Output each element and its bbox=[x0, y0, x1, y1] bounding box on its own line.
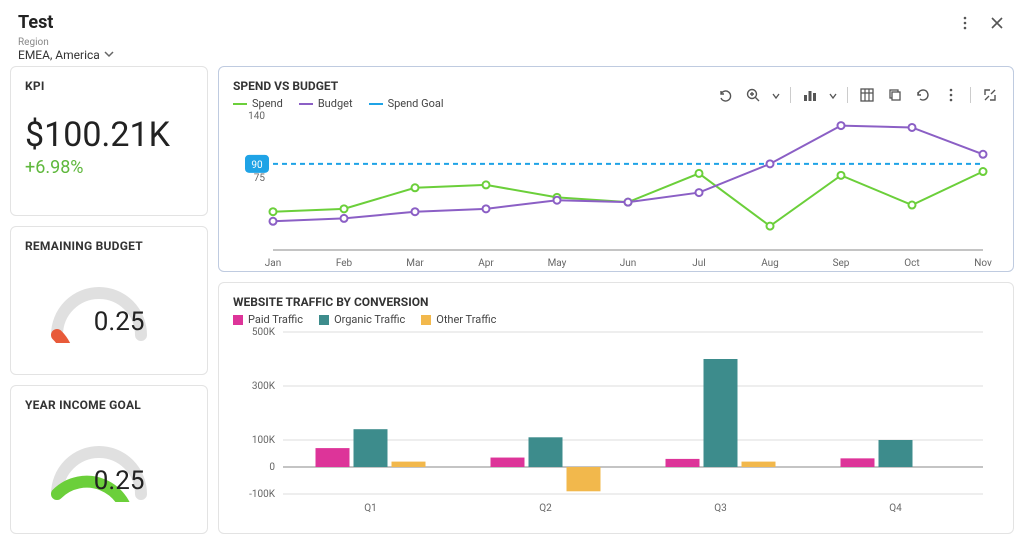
region-dropdown[interactable]: EMEA, America bbox=[18, 48, 956, 62]
svg-text:90: 90 bbox=[251, 160, 263, 171]
svg-text:Mar: Mar bbox=[406, 258, 424, 269]
spend-vs-budget-card[interactable]: SPEND VS BUDGET Spend Budget Spend Goal bbox=[218, 66, 1014, 272]
svg-text:Apr: Apr bbox=[478, 258, 494, 269]
expand-icon[interactable] bbox=[981, 86, 999, 104]
legend-other: Other Traffic bbox=[436, 313, 496, 326]
svg-text:-100K: -100K bbox=[249, 489, 276, 500]
close-icon[interactable] bbox=[988, 14, 1006, 32]
chart-type-icon[interactable] bbox=[801, 86, 819, 104]
remaining-budget-value: 0.25 bbox=[94, 307, 145, 337]
legend-paid: Paid Traffic bbox=[248, 313, 303, 326]
svg-text:May: May bbox=[548, 258, 567, 269]
zoom-icon[interactable] bbox=[744, 86, 762, 104]
svg-text:Q3: Q3 bbox=[714, 503, 727, 514]
svg-text:100K: 100K bbox=[252, 435, 276, 446]
traffic-chart-title: WEBSITE TRAFFIC BY CONVERSION bbox=[233, 295, 999, 309]
svg-text:Q2: Q2 bbox=[539, 503, 552, 514]
spend-chart-legend: Spend Budget Spend Goal bbox=[233, 97, 444, 110]
website-traffic-chart: -100K 0 100K 300K 500K Q1 Q2 Q3 Q4 bbox=[233, 326, 993, 516]
chart-toolbar bbox=[716, 85, 999, 104]
svg-text:Feb: Feb bbox=[336, 258, 353, 269]
svg-text:Jul: Jul bbox=[692, 258, 705, 269]
region-value-text: EMEA, America bbox=[18, 48, 100, 62]
svg-text:Q4: Q4 bbox=[889, 503, 902, 514]
spend-chart-title: SPEND VS BUDGET bbox=[233, 79, 444, 93]
svg-text:Jan: Jan bbox=[265, 258, 281, 269]
legend-budget: Budget bbox=[318, 97, 353, 110]
chevron-down-icon bbox=[829, 85, 837, 104]
page-title: Test bbox=[18, 12, 956, 33]
svg-text:Nov: Nov bbox=[974, 258, 992, 269]
svg-text:500K: 500K bbox=[252, 327, 276, 338]
legend-spend: Spend bbox=[252, 97, 283, 110]
remaining-budget-card[interactable]: REMAINING BUDGET 0.25 bbox=[10, 226, 208, 375]
kpi-delta: +6.98% bbox=[25, 157, 193, 178]
kpi-value: $100.21K bbox=[25, 115, 193, 155]
undo-icon[interactable] bbox=[716, 86, 734, 104]
svg-text:Aug: Aug bbox=[761, 258, 779, 269]
table-icon[interactable] bbox=[858, 86, 876, 104]
svg-text:Q1: Q1 bbox=[364, 503, 377, 514]
svg-text:0: 0 bbox=[269, 462, 275, 473]
year-income-goal-value: 0.25 bbox=[94, 466, 145, 496]
svg-text:Sep: Sep bbox=[833, 258, 850, 269]
legend-organic: Organic Traffic bbox=[334, 313, 405, 326]
svg-text:Jun: Jun bbox=[620, 258, 637, 269]
svg-text:75: 75 bbox=[254, 173, 266, 184]
year-income-goal-title: YEAR INCOME GOAL bbox=[25, 398, 193, 412]
refresh-icon[interactable] bbox=[914, 86, 932, 104]
chevron-down-icon bbox=[104, 48, 114, 62]
traffic-chart-legend: Paid Traffic Organic Traffic Other Traff… bbox=[233, 313, 999, 326]
website-traffic-card[interactable]: WEBSITE TRAFFIC BY CONVERSION Paid Traff… bbox=[218, 282, 1014, 534]
kpi-title: KPI bbox=[25, 79, 193, 93]
svg-text:Oct: Oct bbox=[904, 258, 919, 269]
spend-vs-budget-chart: 75 140 90 Jan Feb Mar Apr May Jun Jul Aug Sep Oct Nov bbox=[233, 110, 993, 270]
svg-text:140: 140 bbox=[248, 111, 265, 122]
remaining-budget-title: REMAINING BUDGET bbox=[25, 239, 193, 253]
legend-spend-goal: Spend Goal bbox=[388, 97, 444, 110]
svg-text:300K: 300K bbox=[252, 381, 276, 392]
copy-icon[interactable] bbox=[886, 86, 904, 104]
year-income-goal-card[interactable]: YEAR INCOME GOAL 0.25 bbox=[10, 385, 208, 534]
region-label: Region bbox=[18, 37, 956, 48]
kpi-card[interactable]: KPI $100.21K +6.98% bbox=[10, 66, 208, 216]
more-options-icon[interactable] bbox=[956, 14, 974, 32]
chevron-down-icon bbox=[772, 85, 780, 104]
more-vertical-icon[interactable] bbox=[942, 86, 960, 104]
